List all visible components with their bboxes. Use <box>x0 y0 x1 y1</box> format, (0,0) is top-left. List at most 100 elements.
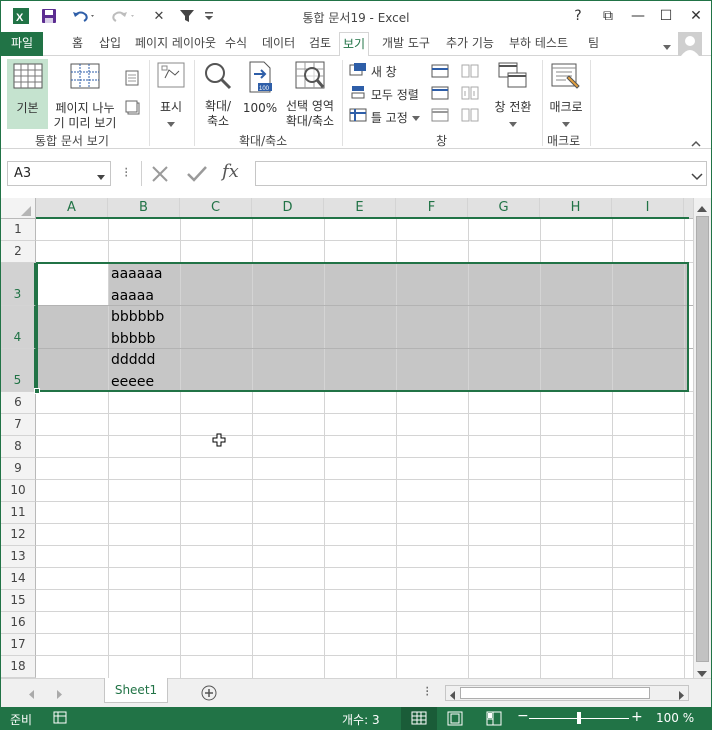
reset-window-position-icon[interactable] <box>461 108 479 125</box>
close-button[interactable]: ✕ <box>683 5 709 27</box>
switch-windows-button[interactable]: 창 전환 <box>489 59 537 129</box>
name-box[interactable]: A3 <box>7 161 111 186</box>
unhide-icon[interactable] <box>431 108 449 125</box>
column-header-a[interactable]: A <box>36 198 108 219</box>
view-side-by-side-icon[interactable] <box>461 64 479 81</box>
sheet-bar-splitter-icon[interactable]: ⁝ <box>425 684 429 700</box>
customize-toolbar-icon[interactable] <box>201 7 217 25</box>
scroll-up-icon[interactable] <box>697 202 707 216</box>
macros-button[interactable]: 매크로 <box>545 59 587 129</box>
normal-view-button[interactable]: 기본 <box>7 59 48 129</box>
tab-view[interactable]: 보기 <box>339 32 370 57</box>
show-button[interactable]: 표시 <box>153 59 189 129</box>
tab-team[interactable]: 팀 <box>585 32 602 56</box>
ribbon-expand-icon[interactable] <box>663 40 671 54</box>
name-box-dropdown-icon[interactable] <box>97 170 105 184</box>
row-header-8[interactable]: 8 <box>1 436 36 458</box>
tab-page-layout[interactable]: 페이지 레이아웃 <box>132 32 219 56</box>
normal-view-status-button[interactable] <box>401 707 437 730</box>
custom-views-icon[interactable] <box>125 100 141 119</box>
horizontal-scrollbar[interactable] <box>445 685 689 701</box>
undo-icon[interactable] <box>69 7 99 25</box>
split-icon[interactable] <box>431 64 449 81</box>
row-header-11[interactable]: 11 <box>1 502 36 524</box>
redo-icon[interactable] <box>109 7 139 25</box>
row-header-17[interactable]: 17 <box>1 634 36 656</box>
page-break-preview-button[interactable]: 페이지 나누 기 미리 보기 <box>51 59 119 130</box>
scroll-left-icon[interactable] <box>450 689 456 703</box>
expand-formula-bar-icon[interactable] <box>691 170 703 184</box>
formula-input[interactable] <box>255 161 707 186</box>
column-header-h[interactable]: H <box>540 198 612 219</box>
enter-icon[interactable] <box>186 164 208 187</box>
avatar[interactable] <box>678 32 702 56</box>
cancel-icon[interactable] <box>150 164 170 187</box>
row-header-13[interactable]: 13 <box>1 546 36 568</box>
row-header-15[interactable]: 15 <box>1 590 36 612</box>
zoom-to-selection-button[interactable]: 선택 영역 확대/축소 <box>283 59 337 129</box>
scroll-right-icon[interactable] <box>679 689 685 703</box>
freeze-panes-button[interactable]: 틀 고정 <box>349 108 420 126</box>
zoom-in-button[interactable]: + <box>631 709 643 725</box>
column-header-partial[interactable] <box>684 198 693 219</box>
column-header-b[interactable]: B <box>108 198 180 219</box>
hide-icon[interactable] <box>431 86 449 103</box>
page-break-status-icon[interactable] <box>485 711 503 729</box>
column-header-i[interactable]: I <box>612 198 684 219</box>
arrange-all-button[interactable]: 모두 정렬 <box>349 85 419 103</box>
sheet-tab-sheet1[interactable]: Sheet1 <box>104 678 168 703</box>
page-layout-status-icon[interactable] <box>446 711 464 729</box>
column-header-c[interactable]: C <box>180 198 252 219</box>
maximize-button[interactable]: ☐ <box>653 5 679 27</box>
filter-icon[interactable] <box>177 7 197 25</box>
row-header-1[interactable]: 1 <box>1 219 36 241</box>
new-window-button[interactable]: 새 창 <box>349 62 397 80</box>
tab-add-ins[interactable]: 추가 기능 <box>443 32 497 56</box>
insert-function-button[interactable]: fx <box>222 161 239 182</box>
select-all-corner[interactable] <box>1 198 36 219</box>
collapse-ribbon-icon[interactable] <box>691 136 701 150</box>
fill-handle[interactable] <box>34 388 40 394</box>
new-sheet-icon[interactable] <box>201 685 217 704</box>
row-header-5[interactable]: 5 <box>1 349 36 392</box>
row-header-3[interactable]: 3 <box>1 263 36 306</box>
column-header-f[interactable]: F <box>396 198 468 219</box>
zoom-slider-thumb[interactable] <box>577 712 581 724</box>
zoom-button[interactable]: 확대/ 축소 <box>199 59 237 129</box>
clear-icon[interactable]: ✕ <box>149 7 169 25</box>
row-header-16[interactable]: 16 <box>1 612 36 634</box>
zoom-100-button[interactable]: 100 100% <box>241 59 279 129</box>
row-header-10[interactable]: 10 <box>1 480 36 502</box>
tab-data[interactable]: 데이터 <box>259 32 298 56</box>
tab-home[interactable]: 홈 <box>69 32 86 56</box>
tab-insert[interactable]: 삽입 <box>96 32 124 56</box>
row-header-12[interactable]: 12 <box>1 524 36 546</box>
synchronous-scrolling-icon[interactable] <box>461 86 479 103</box>
vertical-scrollbar[interactable] <box>693 198 711 678</box>
column-header-e[interactable]: E <box>324 198 396 219</box>
help-button[interactable]: ? <box>565 5 591 27</box>
column-header-d[interactable]: D <box>252 198 324 219</box>
minimize-button[interactable]: — <box>625 5 651 27</box>
vertical-scroll-thumb[interactable] <box>696 216 709 662</box>
horizontal-scroll-thumb[interactable] <box>460 687 650 699</box>
tab-developer[interactable]: 개발 도구 <box>379 32 433 56</box>
save-icon[interactable] <box>39 7 59 25</box>
row-header-14[interactable]: 14 <box>1 568 36 590</box>
column-header-g[interactable]: G <box>468 198 540 219</box>
excel-logo-icon[interactable]: X <box>11 7 31 25</box>
tab-file[interactable]: 파일 <box>1 32 44 56</box>
zoom-level[interactable]: 100 % <box>656 711 694 725</box>
ribbon-display-options-button[interactable]: ⧉ <box>595 5 621 27</box>
spreadsheet-grid[interactable]: A B C D E F G H I 1 2 3 4 5 6 7 8 9 10 1… <box>1 198 693 678</box>
prev-sheet-icon[interactable] <box>29 688 35 702</box>
zoom-out-button[interactable]: − <box>517 708 529 724</box>
row-header-18[interactable]: 18 <box>1 656 36 678</box>
macro-record-icon[interactable] <box>53 711 69 728</box>
row-header-9[interactable]: 9 <box>1 458 36 480</box>
tab-load-test[interactable]: 부하 테스트 <box>506 32 571 56</box>
page-layout-view-icon[interactable] <box>125 70 139 89</box>
next-sheet-icon[interactable] <box>57 688 63 702</box>
tab-formulas[interactable]: 수식 <box>222 32 250 56</box>
row-header-4[interactable]: 4 <box>1 306 36 349</box>
